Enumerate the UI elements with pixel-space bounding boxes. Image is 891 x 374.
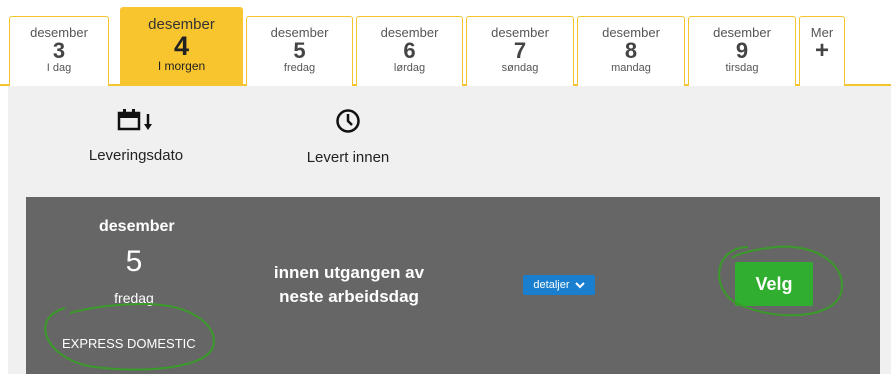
tab-dec-8[interactable]: desember 8 mandag bbox=[577, 16, 685, 86]
tab-dec-3[interactable]: desember 3 I dag bbox=[9, 16, 109, 86]
option-day: 5 bbox=[125, 245, 143, 278]
tab-dec-7[interactable]: desember 7 søndag bbox=[466, 16, 574, 86]
sort-by-delivery-date[interactable]: Leveringsdato bbox=[74, 108, 198, 164]
calendar-sort-icon bbox=[117, 109, 152, 131]
tab-day: 7 bbox=[513, 38, 527, 63]
chevron-down-icon bbox=[574, 282, 585, 289]
delivery-time-text: innen utgangen av neste arbeidsdag bbox=[273, 263, 425, 306]
tab-label: mandag bbox=[611, 62, 651, 74]
tab-dec-5[interactable]: desember 5 fredag bbox=[246, 16, 353, 86]
tab-dec-9[interactable]: desember 9 tirsdag bbox=[688, 16, 796, 86]
tab-label: I morgen bbox=[157, 59, 206, 73]
tab-label: lørdag bbox=[393, 62, 426, 74]
details-label: detaljer bbox=[533, 279, 570, 291]
delivered-within-label: Levert innen bbox=[306, 149, 390, 166]
delivery-date-label: Leveringsdato bbox=[88, 147, 184, 164]
details-button[interactable]: detaljer bbox=[523, 275, 595, 295]
tab-dec-6[interactable]: desember 6 lørdag bbox=[356, 16, 463, 86]
tab-label: tirsdag bbox=[725, 62, 759, 74]
tab-dec-4[interactable]: desember 4 I morgen bbox=[120, 7, 243, 86]
tab-label: I dag bbox=[46, 62, 72, 74]
tab-day: 4 bbox=[173, 31, 190, 61]
delivery-option-card: desember 5 fredag EXPRESS DOMESTIC innen… bbox=[26, 197, 880, 374]
option-month: desember bbox=[99, 218, 175, 235]
clock-icon bbox=[336, 109, 360, 133]
tab-day: 6 bbox=[403, 38, 416, 63]
option-weekday: fredag bbox=[114, 290, 154, 306]
tab-day: 5 bbox=[293, 38, 306, 63]
plus-icon: + bbox=[814, 37, 829, 64]
product-name: EXPRESS DOMESTIC bbox=[62, 336, 196, 351]
tab-label: fredag bbox=[283, 62, 316, 74]
tab-more[interactable]: Mer + bbox=[799, 16, 845, 86]
tab-day: 8 bbox=[624, 38, 638, 63]
tab-day: 9 bbox=[735, 38, 749, 63]
tab-day: 3 bbox=[52, 38, 66, 63]
tab-label: søndag bbox=[501, 62, 539, 74]
date-tabs: desember 3 I dag desember 4 I morgen des… bbox=[0, 0, 891, 86]
select-button[interactable]: Velg bbox=[735, 262, 813, 306]
sort-by-delivered-within[interactable]: Levert innen bbox=[290, 108, 406, 166]
